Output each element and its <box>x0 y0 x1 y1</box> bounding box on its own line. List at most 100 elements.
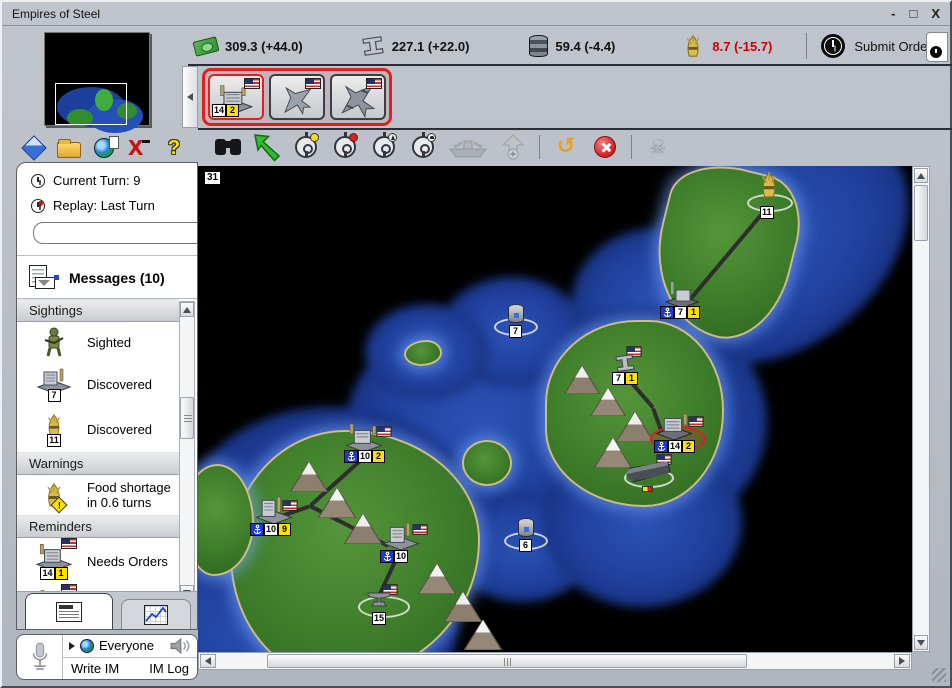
us-flag-icon <box>282 500 297 510</box>
map-marker-port-city[interactable]: 14 2 <box>650 412 708 460</box>
section-header-sightings: Sightings <box>17 299 179 322</box>
scrollbar-thumb[interactable] <box>267 654 747 668</box>
map-marker-mine-south[interactable]: 15 <box>358 584 412 628</box>
scroll-right-button[interactable] <box>894 654 910 668</box>
delete-icon: X <box>128 138 150 158</box>
map-marker-farm-north[interactable]: 11 <box>746 170 794 222</box>
anchor-badge <box>344 450 358 463</box>
map-horizontal-scrollbar[interactable] <box>198 652 912 670</box>
sidebar-scrollbar[interactable] <box>179 301 195 601</box>
sidebar: Current Turn: 9 Replay: Last Turn Messag… <box>16 162 198 630</box>
count-badge-yellow: 2 <box>226 104 239 117</box>
replay-row[interactable]: Replay: Last Turn <box>17 188 197 213</box>
list-item-discovered-city[interactable]: 7 Discovered <box>17 362 179 407</box>
upgrade-button[interactable] <box>497 132 529 162</box>
map-marker-buoy-north[interactable]: 7 <box>494 304 538 346</box>
window-controls: - □ X <box>891 6 940 21</box>
unit-badges: 14 2 <box>212 104 239 117</box>
islet-round <box>462 440 512 486</box>
minimap[interactable] <box>44 32 150 126</box>
find-button[interactable] <box>212 132 244 162</box>
mic-area[interactable] <box>17 635 63 679</box>
map-marker-city-south[interactable]: 10 <box>378 522 432 566</box>
scroll-left-button[interactable] <box>200 654 216 668</box>
attack-orders-button[interactable] <box>329 132 361 162</box>
map-marker-carrier[interactable] <box>622 454 678 496</box>
oil-value: 59.4 (-4.4) <box>555 39 615 54</box>
count-badge: 14 <box>212 104 226 117</box>
minimize-button[interactable]: - <box>891 6 895 21</box>
map-vertical-scrollbar[interactable] <box>912 166 930 652</box>
move-orders-button[interactable] <box>290 132 322 162</box>
list-item-food-shortage[interactable]: Food shortage in 0.6 turns <box>17 475 179 515</box>
im-right: Everyone Write IM IM Log <box>63 635 197 679</box>
help-button[interactable]: ? <box>162 134 186 162</box>
scrollbar-thumb[interactable] <box>180 397 194 439</box>
close-button[interactable]: X <box>931 6 940 21</box>
maximize-button[interactable]: □ <box>909 6 917 21</box>
chevron-up-icon <box>183 307 191 313</box>
submit-orders-button[interactable]: Submit Orders <box>821 34 938 58</box>
write-im-button[interactable]: Write IM <box>71 661 119 676</box>
map-marker-port-north[interactable]: 7 1 <box>660 282 708 322</box>
airdrop-orders-button[interactable] <box>407 132 439 162</box>
status-badge <box>642 486 653 492</box>
food-value: 8.7 (-15.7) <box>712 39 772 54</box>
count-badge: 10 <box>358 450 372 463</box>
notifications-list: Sightings Sighted 7 Discovered 11 <box>17 298 197 605</box>
wheat-iconwrap: 11 <box>33 412 75 447</box>
naval-button[interactable] <box>446 132 490 162</box>
messages-button[interactable]: Messages (10) <box>17 258 197 298</box>
tab-charts[interactable] <box>121 599 191 629</box>
mountain-icon <box>464 620 502 650</box>
scroll-up-button[interactable] <box>180 302 194 317</box>
unit-tile-factory[interactable]: 14 2 <box>208 74 264 120</box>
count-badge: 10 <box>264 523 278 536</box>
delete-button[interactable]: X <box>127 134 151 162</box>
map-marker-steel-mill[interactable]: 7 1 <box>610 346 656 386</box>
open-button[interactable] <box>57 134 81 162</box>
item-label: Discovered <box>87 377 152 392</box>
load-orders-button[interactable] <box>368 132 400 162</box>
resource-food: 8.7 (-15.7) <box>681 33 772 59</box>
minimap-viewport[interactable] <box>55 83 127 125</box>
map-marker-factory-nw[interactable]: 10 2 <box>344 424 398 468</box>
speaker-icon[interactable] <box>169 637 191 655</box>
skull-icon: ☠ <box>649 135 667 159</box>
mountain-icon <box>344 514 382 544</box>
world-report-button[interactable] <box>92 134 116 162</box>
steel-value: 227.1 (+22.0) <box>392 39 470 54</box>
list-item-discovered-farm[interactable]: 11 Discovered <box>17 407 179 452</box>
scrollbar-thumb[interactable] <box>914 185 928 241</box>
us-flag-icon <box>305 78 321 89</box>
timer-clock-icon <box>930 46 942 58</box>
map-marker-buoy-south[interactable]: 6 <box>504 518 548 560</box>
list-item-sighted[interactable]: Sighted <box>17 322 179 362</box>
parachute-icon <box>427 133 436 142</box>
scroll-up-button[interactable] <box>914 168 928 183</box>
unit-strip-scroll-left[interactable] <box>182 66 198 128</box>
im-channel-row[interactable]: Everyone <box>63 635 197 658</box>
cancel-orders-button[interactable] <box>589 132 621 162</box>
count-badge: 11 <box>760 206 774 219</box>
unit-tile-fighter[interactable] <box>269 74 325 120</box>
list-item-needs-orders-1[interactable]: 141 Needs Orders <box>17 538 179 585</box>
disband-button[interactable]: ☠ <box>642 132 674 162</box>
map-marker-city-west[interactable]: 10 9 <box>250 496 308 540</box>
money-value: 309.3 (+44.0) <box>225 39 303 54</box>
map-viewport[interactable]: 11 7 1 7 1 14 2 <box>198 166 912 652</box>
repeat-orders-button[interactable]: ↺ <box>550 132 582 162</box>
im-log-button[interactable]: IM Log <box>149 661 189 676</box>
select-button[interactable] <box>251 132 283 162</box>
titlebar[interactable]: Empires of Steel - □ X <box>2 2 950 26</box>
selected-unit-group: 14 2 <box>202 68 392 126</box>
tab-news[interactable] <box>25 593 113 629</box>
scroll-down-button[interactable] <box>914 635 928 650</box>
binoculars-icon <box>215 139 241 155</box>
messages-icon <box>29 265 59 291</box>
replay-turn-input[interactable] <box>33 222 198 244</box>
end-turn-button[interactable] <box>22 134 46 162</box>
unit-tile-bomber[interactable] <box>330 74 386 120</box>
window-resize-grip[interactable] <box>932 668 946 682</box>
submit-clock-icon <box>821 34 845 58</box>
